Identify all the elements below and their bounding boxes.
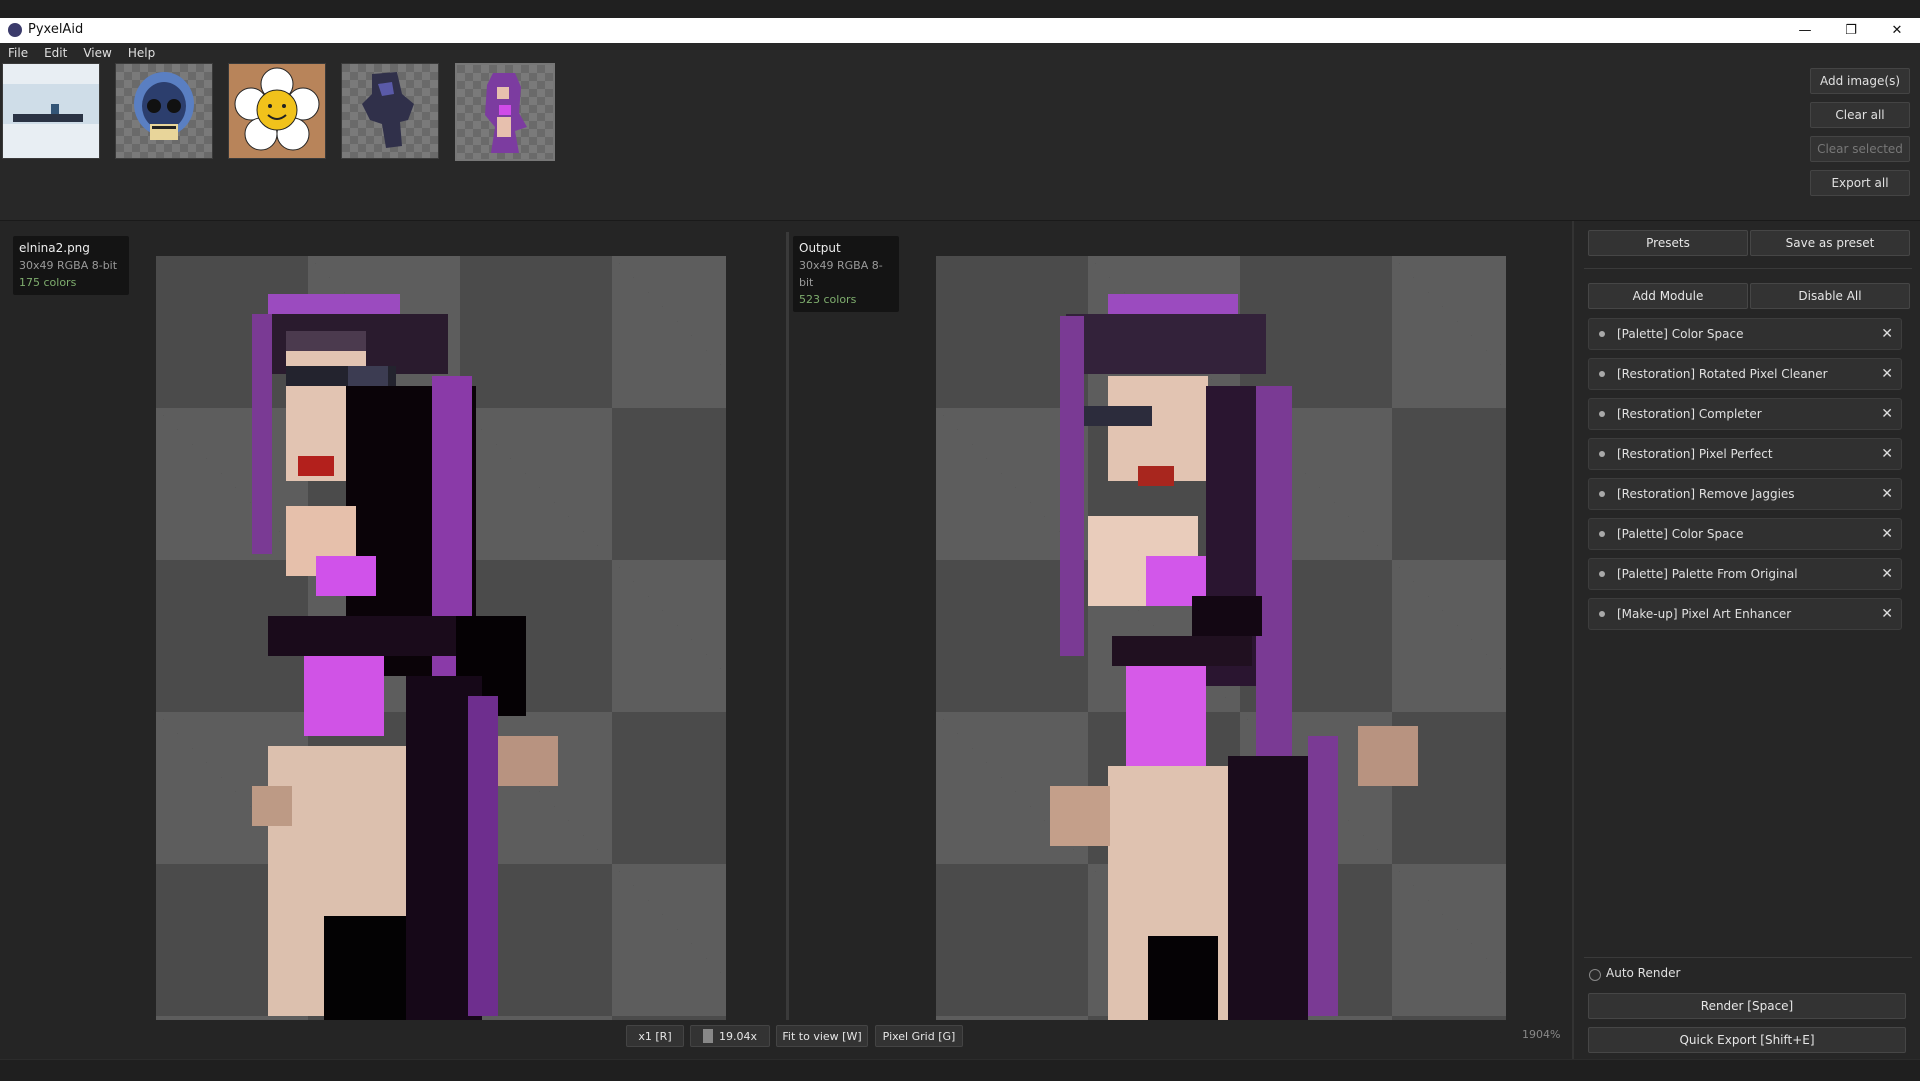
add-module-button[interactable]: Add Module: [1588, 283, 1748, 309]
app-logo-icon: [8, 22, 22, 37]
render-button[interactable]: Render [Space]: [1588, 993, 1906, 1019]
module-label: [Palette] Color Space: [1617, 527, 1744, 541]
clear-all-button[interactable]: Clear all: [1810, 102, 1910, 128]
fit-to-view-button[interactable]: Fit to view [W]: [776, 1025, 868, 1047]
skull-icon: [134, 72, 194, 140]
module-label: [Palette] Color Space: [1617, 327, 1744, 341]
module-toggle-icon[interactable]: [1599, 531, 1605, 537]
output-color-count: 523 colors: [799, 293, 857, 306]
clear-selected-button[interactable]: Clear selected: [1810, 136, 1910, 162]
module-label: [Restoration] Pixel Perfect: [1617, 447, 1773, 461]
module-item[interactable]: [Make-up] Pixel Art Enhancer ✕: [1588, 598, 1902, 630]
input-meta: 30x49 RGBA 8-bit: [19, 259, 118, 272]
module-toggle-icon[interactable]: [1599, 491, 1605, 497]
disable-all-button[interactable]: Disable All: [1750, 283, 1910, 309]
zoom-slider-handle[interactable]: [703, 1029, 713, 1043]
remove-module-icon[interactable]: ✕: [1881, 599, 1893, 629]
window-controls: — ❐ ✕: [1782, 18, 1920, 43]
panel-separator: [1584, 957, 1912, 958]
purple-girl-icon: [485, 73, 527, 153]
quick-export-button[interactable]: Quick Export [Shift+E]: [1588, 1027, 1906, 1053]
module-toggle-icon[interactable]: [1599, 411, 1605, 417]
input-filename: elnina2.png: [19, 241, 90, 255]
thumbnail-blue-skull[interactable]: [115, 63, 213, 159]
remove-module-icon[interactable]: ✕: [1881, 479, 1893, 509]
flower-icon: [229, 64, 325, 158]
menu-view[interactable]: View: [75, 43, 119, 63]
input-info-box: elnina2.png 30x49 RGBA 8-bit 175 colors: [13, 236, 129, 295]
remove-module-icon[interactable]: ✕: [1881, 399, 1893, 429]
module-item[interactable]: [Restoration] Rotated Pixel Cleaner ✕: [1588, 358, 1902, 390]
output-meta: 30x49 RGBA 8-bit: [799, 259, 883, 289]
module-label: [Make-up] Pixel Art Enhancer: [1617, 607, 1792, 621]
warrior-icon: [362, 72, 414, 148]
panel-separator: [1584, 268, 1912, 269]
restore-icon[interactable]: ❐: [1828, 18, 1874, 43]
remove-module-icon[interactable]: ✕: [1881, 319, 1893, 349]
module-label: [Restoration] Completer: [1617, 407, 1762, 421]
pixel-grid-button[interactable]: Pixel Grid [G]: [875, 1025, 963, 1047]
remove-module-icon[interactable]: ✕: [1881, 559, 1893, 589]
app-title-text: PyxelAid: [28, 22, 84, 37]
auto-render-radio[interactable]: [1589, 969, 1601, 981]
app-title: PyxelAid: [8, 22, 83, 37]
remove-module-icon[interactable]: ✕: [1881, 439, 1893, 469]
output-canvas[interactable]: [936, 256, 1506, 1020]
remove-module-icon[interactable]: ✕: [1881, 519, 1893, 549]
input-canvas[interactable]: [156, 256, 726, 1020]
menu-file[interactable]: File: [0, 43, 36, 63]
output-info-box: Output 30x49 RGBA 8-bit 523 colors: [793, 236, 899, 312]
input-color-count: 175 colors: [19, 276, 77, 289]
image-strip: Add image(s) Clear all Clear selected Ex…: [0, 63, 1920, 221]
module-toggle-icon[interactable]: [1599, 571, 1605, 577]
module-toggle-icon[interactable]: [1599, 451, 1605, 457]
module-item[interactable]: [Restoration] Remove Jaggies ✕: [1588, 478, 1902, 510]
export-all-button[interactable]: Export all: [1810, 170, 1910, 196]
module-toggle-icon[interactable]: [1599, 611, 1605, 617]
snow-scene-icon: [3, 64, 99, 158]
thumbnail-purple-girl[interactable]: [455, 63, 555, 161]
title-bar: PyxelAid — ❐ ✕: [0, 0, 1920, 43]
module-item[interactable]: [Palette] Color Space ✕: [1588, 518, 1902, 550]
thumbnail-snow-scene[interactable]: [2, 63, 100, 159]
title-bar-surface: [0, 18, 1920, 43]
status-bar: [0, 1059, 1920, 1081]
thumbnail-flower-smiley[interactable]: [228, 63, 326, 159]
module-toggle-icon[interactable]: [1599, 371, 1605, 377]
menu-bar: File Edit View Help: [0, 43, 1920, 63]
menu-edit[interactable]: Edit: [36, 43, 75, 63]
close-window-icon[interactable]: ✕: [1874, 18, 1920, 43]
add-images-button[interactable]: Add image(s): [1810, 68, 1910, 94]
module-item[interactable]: [Restoration] Completer ✕: [1588, 398, 1902, 430]
module-item[interactable]: [Restoration] Pixel Perfect ✕: [1588, 438, 1902, 470]
input-sprite-image: [252, 294, 558, 1020]
output-label: Output: [799, 241, 841, 255]
minimize-icon[interactable]: —: [1782, 18, 1828, 43]
module-item[interactable]: [Palette] Color Space ✕: [1588, 318, 1902, 350]
scale-button[interactable]: x1 [R]: [626, 1025, 684, 1047]
zoom-input[interactable]: 19.04x: [690, 1025, 770, 1047]
module-label: [Restoration] Rotated Pixel Cleaner: [1617, 367, 1828, 381]
remove-module-icon[interactable]: ✕: [1881, 359, 1893, 389]
menu-help[interactable]: Help: [120, 43, 163, 63]
module-toggle-icon[interactable]: [1599, 331, 1605, 337]
split-divider[interactable]: [786, 232, 789, 1020]
thumbnail-dark-warrior[interactable]: [341, 63, 439, 159]
auto-render-label: Auto Render: [1606, 966, 1681, 980]
module-label: [Restoration] Remove Jaggies: [1617, 487, 1795, 501]
module-label: [Palette] Palette From Original: [1617, 567, 1798, 581]
save-as-preset-button[interactable]: Save as preset: [1750, 230, 1910, 256]
output-sprite-image: [1050, 294, 1418, 1020]
module-item[interactable]: [Palette] Palette From Original ✕: [1588, 558, 1902, 590]
zoom-value: 19.04x: [719, 1029, 758, 1043]
presets-button[interactable]: Presets: [1588, 230, 1748, 256]
zoom-percent: 1904%: [1522, 1028, 1561, 1041]
